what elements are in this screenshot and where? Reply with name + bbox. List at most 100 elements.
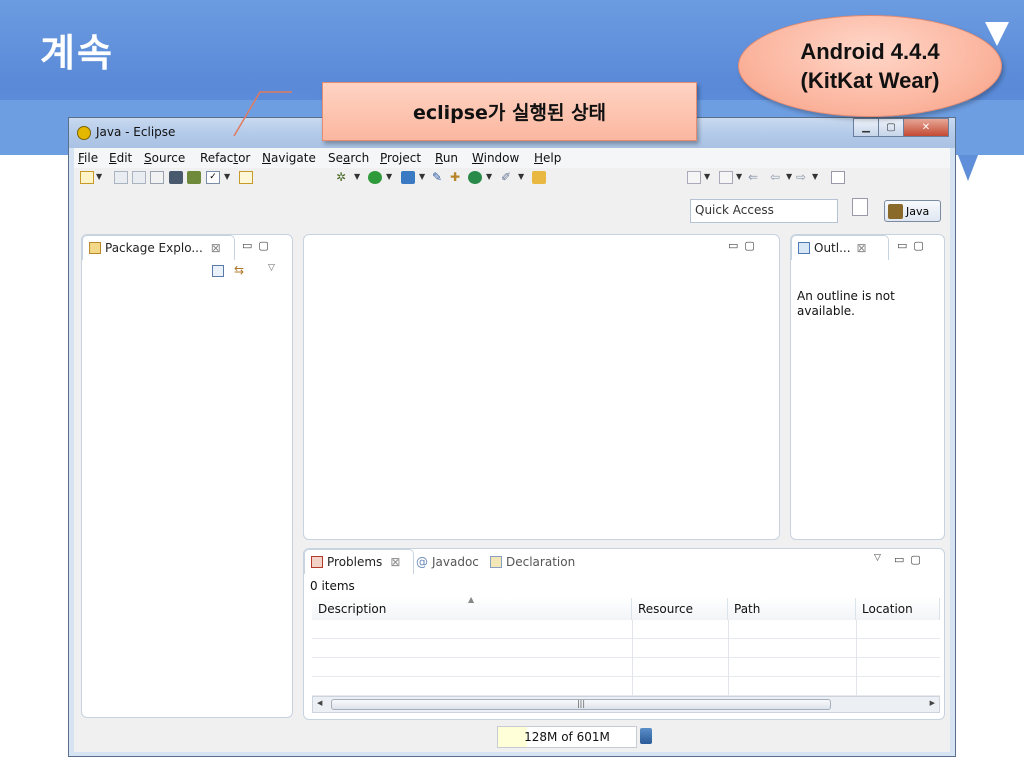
quick-access-input[interactable]: Quick Access	[690, 199, 838, 223]
close-tab-icon[interactable]: ⊠	[857, 241, 867, 255]
save-icon[interactable]	[114, 171, 128, 184]
maximize-icon: ▢	[886, 122, 896, 133]
skip-breakpoints-icon[interactable]: ✎	[432, 171, 446, 184]
minimize-icon: ▁	[862, 122, 870, 133]
run-icon[interactable]	[368, 171, 382, 184]
print-icon[interactable]	[150, 171, 164, 184]
avd-manager-icon[interactable]	[187, 171, 201, 184]
save-all-icon[interactable]	[132, 171, 146, 184]
view-menu-icon[interactable]: ▽	[268, 263, 275, 273]
menu-refactor[interactable]: Refactor	[200, 151, 250, 165]
problems-icon	[311, 556, 323, 568]
outline-panel: Outl... ⊠ ▭▢ An outline is not available…	[790, 234, 945, 540]
table-row[interactable]	[312, 677, 940, 696]
menu-run[interactable]: Run	[435, 151, 458, 165]
minimize-button[interactable]: ▁	[853, 118, 879, 137]
last-edit-location-icon[interactable]: ⇐	[748, 171, 762, 184]
garbage-collect-icon[interactable]	[640, 728, 652, 744]
menu-navigate[interactable]: Navigate	[262, 151, 316, 165]
javadoc-icon: @	[416, 555, 428, 569]
menu-window[interactable]: Window	[472, 151, 519, 165]
new-dropdown-icon[interactable]: ▼	[96, 172, 102, 181]
column-header-path[interactable]: Path	[728, 598, 856, 620]
lint-dropdown-icon[interactable]: ▼	[224, 172, 230, 181]
scroll-left-icon[interactable]: ◀	[317, 699, 322, 707]
package-icon	[89, 242, 101, 254]
open-type-icon[interactable]	[532, 171, 546, 184]
run-dropdown-icon[interactable]: ▼	[386, 172, 392, 181]
menu-edit[interactable]: Edit	[109, 151, 132, 165]
slide-title: 계속	[40, 31, 114, 75]
next-annotation-icon[interactable]	[687, 171, 701, 184]
java-perspective-button[interactable]: Java	[884, 200, 941, 222]
problems-tab-label: Problems	[327, 555, 383, 569]
sdk-manager-icon[interactable]	[169, 171, 183, 184]
column-divider	[728, 620, 729, 696]
debug-dropdown-icon[interactable]: ▼	[354, 172, 360, 181]
new-icon[interactable]	[80, 171, 94, 184]
previous-annotation-icon[interactable]	[719, 171, 733, 184]
open-perspective-icon[interactable]	[852, 198, 868, 216]
problems-minmax[interactable]: ▭▢	[894, 553, 927, 566]
table-row[interactable]	[312, 658, 940, 677]
debug-icon[interactable]: ✲	[336, 171, 350, 184]
forward-icon[interactable]: ⇨	[796, 171, 810, 184]
package-explorer-minmax[interactable]: ▭▢	[242, 239, 275, 252]
close-icon: ✕	[921, 122, 931, 133]
forward-dropdown-icon[interactable]: ▼	[812, 172, 818, 181]
tab-package-explorer[interactable]: Package Explo... ⊠	[82, 235, 235, 260]
new-class-dropdown-icon[interactable]: ▼	[486, 172, 492, 181]
tab-outline[interactable]: Outl... ⊠	[791, 235, 889, 260]
scrollbar-thumb[interactable]: |||	[331, 699, 831, 710]
javadoc-tab-label: Javadoc	[432, 555, 479, 569]
search-dropdown-icon[interactable]: ▼	[518, 172, 524, 181]
maximize-button[interactable]: ▢	[878, 118, 904, 137]
tab-javadoc[interactable]: @ Javadoc	[416, 555, 479, 569]
previous-annotation-dropdown-icon[interactable]: ▼	[736, 172, 742, 181]
column-header-description[interactable]: Description ▲	[312, 595, 632, 620]
menu-file[interactable]: File	[78, 151, 98, 165]
problems-panel: Problems ⊠ @ Javadoc Declaration ▽ ▭▢ 0 …	[303, 548, 945, 720]
tab-declaration[interactable]: Declaration	[490, 555, 575, 569]
menu-search[interactable]: Search	[328, 151, 369, 165]
declaration-tab-label: Declaration	[506, 555, 576, 569]
heap-status[interactable]: 128M of 601M	[497, 726, 637, 748]
new-android-project-icon[interactable]	[239, 171, 253, 184]
new-java-class-icon[interactable]	[468, 171, 482, 184]
editor-area[interactable]: ▭▢	[303, 234, 780, 540]
java-perspective-label: Java	[906, 204, 930, 218]
new-java-package-icon[interactable]: ✚	[450, 171, 464, 184]
back-dropdown-icon[interactable]: ▼	[786, 172, 792, 181]
close-button[interactable]: ✕	[903, 118, 949, 137]
column-header-resource[interactable]: Resource	[632, 598, 728, 620]
outline-icon	[798, 242, 810, 254]
scroll-right-icon[interactable]: ▶	[930, 699, 935, 707]
menu-project[interactable]: Project	[380, 151, 421, 165]
horizontal-scrollbar[interactable]: ◀ ||| ▶	[312, 696, 940, 713]
main-toolbar: ▼ ✓ ▼ ✲ ▼ ▼ ▼ ✎ ✚ ▼ ✐ ▼ ▼ ▼ ⇐ ⇦ ▼ ⇨ ▼	[74, 168, 950, 188]
table-row[interactable]	[312, 620, 940, 639]
table-row[interactable]	[312, 639, 940, 658]
menu-help[interactable]: Help	[534, 151, 561, 165]
search-icon[interactable]: ✐	[501, 171, 515, 184]
back-icon[interactable]: ⇦	[770, 171, 784, 184]
menu-source[interactable]: Source	[144, 151, 185, 165]
close-tab-icon[interactable]: ⊠	[211, 241, 221, 255]
window-title: Java - Eclipse	[96, 125, 176, 139]
editor-minmax[interactable]: ▭▢	[728, 239, 761, 252]
lint-check-icon[interactable]: ✓	[206, 171, 220, 184]
collapse-all-icon[interactable]	[212, 265, 224, 277]
version-callout: Android 4.4.4 (KitKat Wear)	[738, 15, 1002, 117]
outline-minmax[interactable]: ▭▢	[897, 239, 930, 252]
pin-editor-icon[interactable]	[831, 171, 845, 184]
heap-status-label: 128M of 601M	[524, 730, 610, 744]
external-tools-icon[interactable]	[401, 171, 415, 184]
tab-problems[interactable]: Problems ⊠	[304, 549, 414, 574]
close-tab-icon[interactable]: ⊠	[390, 555, 400, 569]
link-with-editor-icon[interactable]: ⇆	[234, 263, 244, 277]
column-header-location[interactable]: Location	[856, 598, 940, 620]
external-tools-dropdown-icon[interactable]: ▼	[419, 172, 425, 181]
next-annotation-dropdown-icon[interactable]: ▼	[704, 172, 710, 181]
view-menu-icon[interactable]: ▽	[874, 553, 887, 563]
package-explorer-panel: Package Explo... ⊠ ▭▢ ⇆ ▽	[81, 234, 293, 718]
